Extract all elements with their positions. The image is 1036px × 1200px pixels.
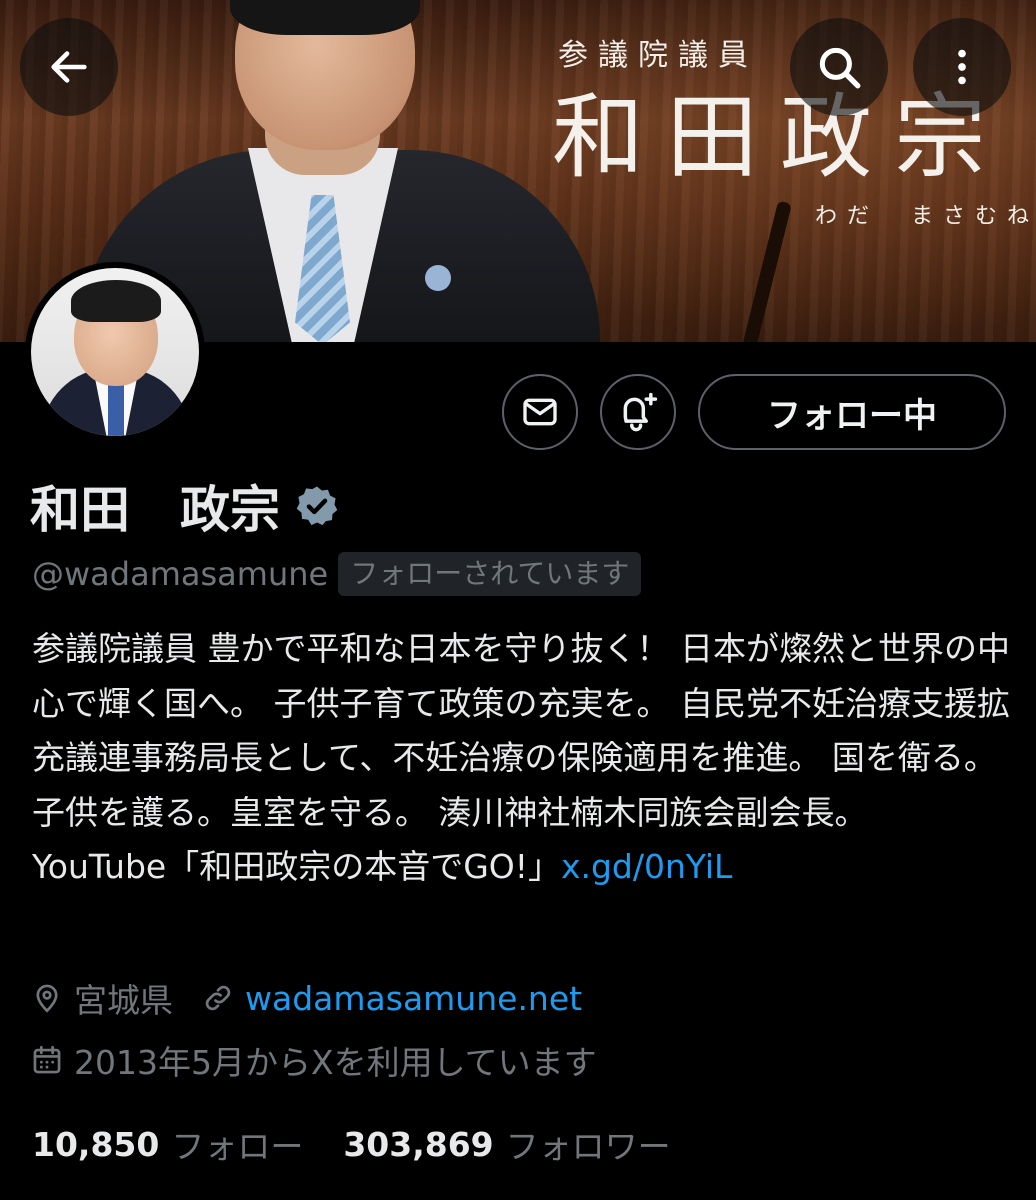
location-text: 宮城県 <box>74 981 173 1020</box>
bio-text: 参議院議員 豊かで平和な日本を守り抜く！ 日本が燦然と世界の中心で輝く国へ。 子… <box>32 629 1010 886</box>
joined-row: 2013年5月からXを利用しています <box>30 1032 597 1088</box>
handle-row: @wadamasamune フォローされています <box>32 548 642 600</box>
link-icon <box>205 985 231 1011</box>
notifications-button[interactable] <box>600 374 676 450</box>
profile-bio: 参議院議員 豊かで平和な日本を守り抜く！ 日本が燦然と世界の中心で輝く国へ。 子… <box>32 622 1012 895</box>
avatar-photo <box>31 268 199 436</box>
following-label: フォロー <box>171 1127 304 1166</box>
verified-badge-icon[interactable] <box>294 483 340 529</box>
search-icon <box>819 47 861 89</box>
location-pin-icon <box>36 984 58 1013</box>
bell-plus-icon <box>623 392 658 432</box>
banner-lapel-pin <box>425 265 451 291</box>
profile-meta-row: 宮城県 wadamasamune.net <box>30 970 582 1026</box>
follow-stats: 10,850 フォロー 303,869 フォロワー <box>32 1116 671 1172</box>
follows-you-badge: フォローされています <box>338 552 642 596</box>
website-link[interactable]: wadamasamune.net <box>245 979 582 1018</box>
user-handle: @wadamasamune <box>32 555 329 593</box>
avatar-tie <box>108 380 124 436</box>
search-button[interactable] <box>790 18 888 116</box>
location-item: 宮城県 <box>30 974 173 1022</box>
website-item: wadamasamune.net <box>201 979 582 1018</box>
banner-hair <box>230 0 420 35</box>
message-button[interactable] <box>502 374 578 450</box>
profile-avatar[interactable] <box>25 262 205 442</box>
followers-count: 303,869 <box>343 1124 494 1164</box>
followers-stat[interactable]: 303,869 フォロワー <box>343 1120 670 1168</box>
following-count: 10,850 <box>32 1124 160 1164</box>
more-options-button[interactable] <box>913 18 1011 116</box>
envelope-icon <box>523 398 557 426</box>
followers-label: フォロワー <box>505 1127 671 1166</box>
back-button[interactable] <box>20 18 118 116</box>
following-button[interactable]: フォロー中 <box>698 374 1006 450</box>
banner-name-reading: わだ まさむね <box>815 204 1036 229</box>
display-name: 和田 政宗 <box>30 481 280 539</box>
display-name-row: 和田 政宗 <box>30 474 340 539</box>
calendar-icon <box>33 1045 61 1074</box>
bio-link[interactable]: x.gd/0nYiL <box>561 847 732 886</box>
avatar-hair <box>71 280 161 322</box>
arrow-left-icon <box>51 51 87 83</box>
banner-title-small: 参議院議員 <box>558 38 758 73</box>
joined-date: 2013年5月からXを利用しています <box>74 1043 597 1082</box>
following-stat[interactable]: 10,850 フォロー <box>32 1120 303 1168</box>
more-vertical-icon <box>958 49 966 85</box>
